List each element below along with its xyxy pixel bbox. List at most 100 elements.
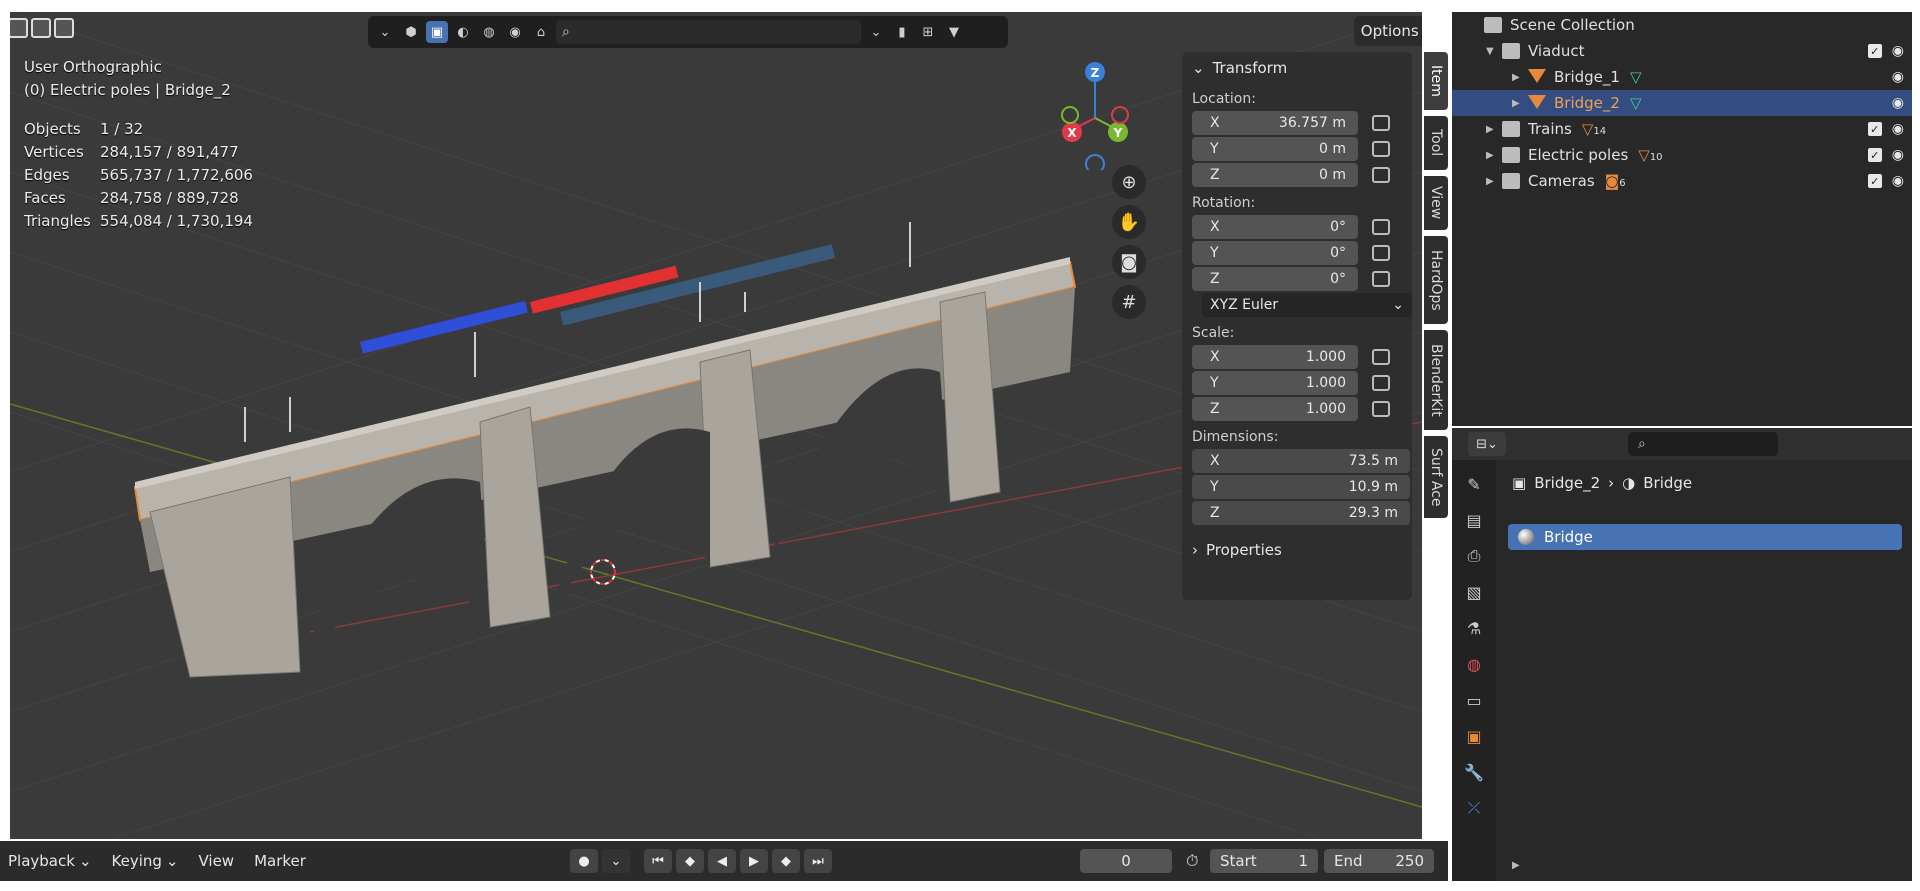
menu-playback[interactable]: Playback ⌄ [8,852,92,870]
menu-marker[interactable]: Marker [254,852,306,870]
checkbox-icon[interactable]: ✓ [1867,148,1882,162]
dimensions-y-field[interactable]: Y 10.9 m [1192,475,1410,499]
particles-tab-icon[interactable]: ⤫ [1462,796,1486,820]
view-layer-tab-icon[interactable]: ▧ [1462,580,1486,604]
next-keyframe-icon[interactable]: ◆ [772,849,800,873]
start-frame-field[interactable]: Start 1 [1210,849,1318,873]
material-slot-row[interactable]: Bridge [1508,524,1902,550]
lock-icon[interactable] [1372,115,1390,131]
scale-y-field[interactable]: Y 1.000 [1192,371,1358,395]
current-frame-field[interactable]: 0 [1080,849,1172,873]
3d-viewport[interactable]: ⌄ ⬢ ▣ ◐ ◍ ◉ ⌂ ⌕ ⌄ ▮ ⊞ ▼ Options ⌄ User O… [10,12,1422,839]
select-extend-icon[interactable] [31,18,51,38]
dimensions-z-field[interactable]: Z 29.3 m [1192,501,1410,525]
tab-item[interactable]: Item [1424,52,1448,110]
editor-type-icon[interactable]: ⊟⌄ [1468,432,1506,456]
rotation-z-field[interactable]: Z 0° [1192,267,1358,291]
select-new-icon[interactable] [10,18,28,38]
material-shading-icon[interactable]: ◐ [452,21,474,43]
object-tab-icon[interactable]: ▣ [1462,724,1486,748]
checkbox-icon[interactable]: ✓ [1867,44,1882,58]
lock-icon[interactable] [1372,245,1390,261]
output-tab-icon[interactable]: ⎙ [1462,544,1486,568]
record-icon[interactable]: ● [570,849,598,873]
prev-keyframe-icon[interactable]: ◆ [676,849,704,873]
scene-tab-icon[interactable]: ⚗ [1462,616,1486,640]
location-x-field[interactable]: X 36.757 m [1192,111,1358,135]
eye-icon[interactable]: ◉ [1892,43,1904,59]
options-button[interactable]: Options ⌄ [1354,16,1422,46]
scale-x-field[interactable]: X 1.000 [1192,345,1358,369]
lock-icon[interactable] [1372,349,1390,365]
bookmark-icon[interactable]: ▮ [891,21,913,43]
outliner-row-viaduct[interactable]: ▼ Viaduct ✓ ◉ [1452,38,1912,64]
tab-view[interactable]: View [1424,176,1448,230]
lock-icon[interactable] [1372,141,1390,157]
hierarchy-icon[interactable]: ⊞ [917,21,939,43]
scene-collection-row[interactable]: Scene Collection [1452,12,1912,38]
eye-icon[interactable]: ◉ [1892,147,1904,163]
grid-ortho-icon[interactable]: # [1112,285,1146,319]
eye-icon[interactable]: ◉ [1892,95,1904,111]
jump-end-icon[interactable]: ⏭ [804,849,832,873]
lock-icon[interactable] [1372,167,1390,183]
checkbox-icon[interactable]: ✓ [1867,174,1882,188]
location-y-field[interactable]: Y0 m [1192,137,1358,161]
world-icon[interactable]: ◉ [504,21,526,43]
jump-start-icon[interactable]: ⏮ [644,849,672,873]
dimensions-x-field[interactable]: X 73.5 m [1192,449,1410,473]
eye-icon[interactable]: ◉ [1892,173,1904,189]
tool-tab-icon[interactable]: ✎ [1462,472,1486,496]
eye-icon[interactable]: ◉ [1892,69,1904,85]
play-icon[interactable]: ▶ [740,849,768,873]
camera-view-icon[interactable]: ◙ [1112,245,1146,279]
lock-icon[interactable] [1372,219,1390,235]
menu-view[interactable]: View [198,852,234,870]
play-reverse-icon[interactable]: ◀ [708,849,736,873]
chevron-down-icon[interactable]: ⌄ [374,21,396,43]
solid-shading-icon[interactable]: ▣ [426,21,448,43]
tab-surf-ace[interactable]: Surf Ace [1424,436,1448,518]
world-tab-icon[interactable]: ◍ [1462,652,1486,676]
location-z-field[interactable]: Z0 m [1192,163,1358,187]
stopwatch-icon[interactable]: ⏱ [1186,851,1198,871]
render-tab-icon[interactable]: ▤ [1462,508,1486,532]
collection-tab-icon[interactable]: ▭ [1462,688,1486,712]
outliner-row-bridge-1[interactable]: ▶ Bridge_1 ▽ ◉ [1452,64,1912,90]
properties-header[interactable]: › Properties [1182,534,1412,566]
outliner-row-bridge-2[interactable]: ▶ Bridge_2 ▽ ◉ [1452,90,1912,116]
filter-icon[interactable]: ▼ [943,21,965,43]
tab-hardops[interactable]: HardOps [1424,236,1448,324]
lock-icon[interactable] [1372,375,1390,391]
modifier-wrench-icon[interactable]: 🔧 [1462,760,1486,784]
render-shading-icon[interactable]: ◍ [478,21,500,43]
viewport-search-input[interactable]: ⌕ [556,20,861,44]
outliner-row-cameras[interactable]: ▶ Cameras ◙6 ✓ ◉ [1452,168,1912,194]
brush-icon[interactable]: ⌂ [530,21,552,43]
scale-z-field[interactable]: Z 1.000 [1192,397,1358,421]
navigation-gizmo[interactable]: Z X Y [1050,60,1150,170]
outliner-row-trains[interactable]: ▶ Trains ▽14 ✓ ◉ [1452,116,1912,142]
select-mode-icons[interactable] [10,18,74,38]
chevron-down-icon[interactable]: ⌄ [865,21,887,43]
tab-tool[interactable]: Tool [1424,116,1448,170]
end-frame-field[interactable]: End 250 [1324,849,1434,873]
outliner-row-electric-poles[interactable]: ▶ Electric poles ▽10 ✓ ◉ [1452,142,1912,168]
rotation-y-field[interactable]: Y 0° [1192,241,1358,265]
properties-search-input[interactable]: ⌕ [1628,432,1778,456]
pan-hand-icon[interactable]: ✋ [1112,205,1146,239]
checkbox-icon[interactable]: ✓ [1867,122,1882,136]
menu-keying[interactable]: Keying ⌄ [112,852,179,870]
chevron-down-icon[interactable]: ⌄ [602,849,630,873]
lock-icon[interactable] [1372,271,1390,287]
select-subtract-icon[interactable] [54,18,74,38]
eye-icon[interactable]: ◉ [1892,121,1904,137]
lock-icon[interactable] [1372,401,1390,417]
zoom-icon[interactable]: ⊕ [1112,165,1146,199]
tab-blenderkit[interactable]: BlenderKit [1424,330,1448,430]
rotation-x-field[interactable]: X 0° [1192,215,1358,239]
rotation-mode-select[interactable]: XYZ Euler ⌄ [1202,293,1412,317]
shading-color-icon[interactable]: ⬢ [400,21,422,43]
transform-header[interactable]: ⌄ Transform [1182,52,1412,84]
expand-right-icon[interactable]: ▶ [1512,860,1520,871]
